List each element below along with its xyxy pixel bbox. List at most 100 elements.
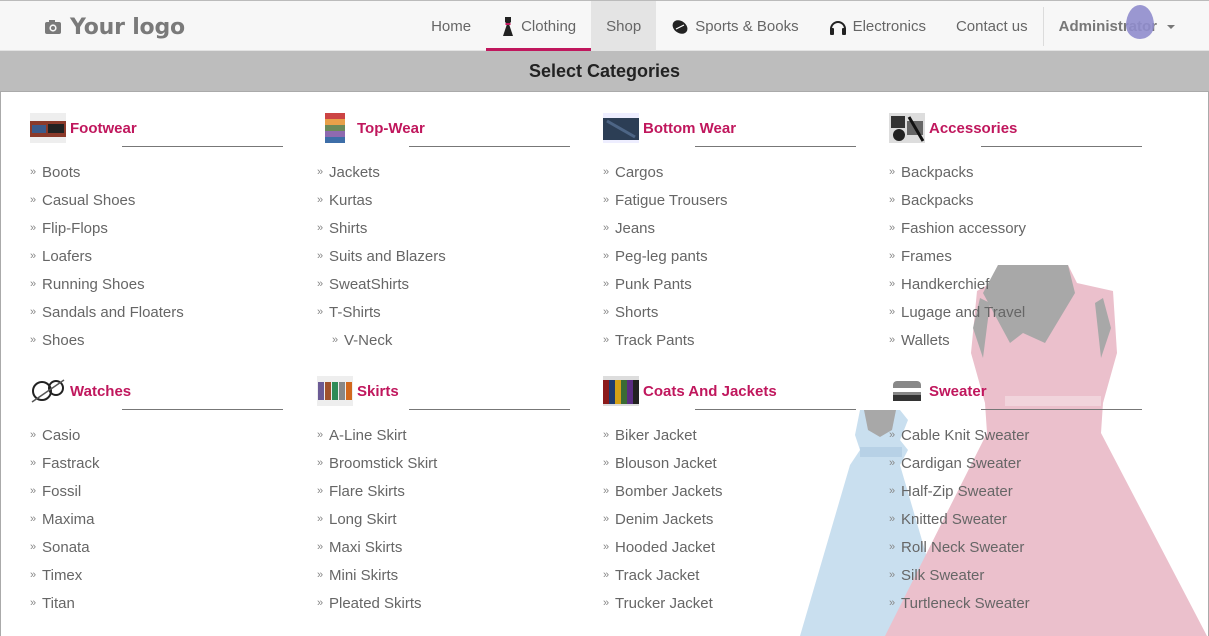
category-link[interactable]: » Punk Pants xyxy=(603,270,856,298)
category-link[interactable]: » Hooded Jacket xyxy=(603,533,856,561)
category-title[interactable]: Top-Wear xyxy=(317,113,570,143)
double-chevron-right-icon: » xyxy=(30,222,37,234)
category-link-label: Trucker Jacket xyxy=(615,594,713,612)
category-name[interactable]: Top-Wear xyxy=(357,120,425,137)
category-link[interactable]: » Handkerchief xyxy=(889,270,1142,298)
category-link[interactable]: » Frames xyxy=(889,242,1142,270)
category-name[interactable]: Accessories xyxy=(929,120,1017,137)
category-link[interactable]: » Knitted Sweater xyxy=(889,505,1142,533)
nav-home-label: Home xyxy=(431,18,472,35)
top-navbar: Your logo Home Clothing Shop Sports & Bo… xyxy=(0,0,1209,52)
category-title[interactable]: Accessories xyxy=(889,113,1142,143)
category-link[interactable]: » Flip-Flops xyxy=(30,214,283,242)
double-chevron-right-icon: » xyxy=(889,222,896,234)
category-link[interactable]: » Shoes xyxy=(30,326,283,354)
category-link-label: Fossil xyxy=(42,482,82,500)
headphones-icon xyxy=(829,20,846,35)
category-link-label: Fastrack xyxy=(42,454,100,472)
nav-clothing[interactable]: Clothing xyxy=(486,1,592,52)
category-name[interactable]: Skirts xyxy=(357,383,399,400)
camera-icon xyxy=(45,20,61,34)
category-link[interactable]: » Loafers xyxy=(30,242,283,270)
category-name[interactable]: Watches xyxy=(70,383,131,400)
category-link[interactable]: » Maxi Skirts xyxy=(317,533,570,561)
category-link[interactable]: » Long Skirt xyxy=(317,505,570,533)
nav-contact[interactable]: Contact us xyxy=(941,1,1043,52)
category-title[interactable]: Coats And Jackets xyxy=(603,376,856,406)
category-link[interactable]: » Half-Zip Sweater xyxy=(889,477,1142,505)
category-link[interactable]: » Track Pants xyxy=(603,326,856,354)
category-name[interactable]: Footwear xyxy=(70,120,137,137)
category-name[interactable]: Sweater xyxy=(929,383,987,400)
category-link[interactable]: » Pleated Skirts xyxy=(317,589,570,617)
category-link[interactable]: » Mini Skirts xyxy=(317,561,570,589)
category-link[interactable]: » Turtleneck Sweater xyxy=(889,589,1142,617)
nav-shop[interactable]: Shop xyxy=(591,1,657,52)
nav-electronics[interactable]: Electronics xyxy=(814,1,941,52)
category-link[interactable]: » Cardigan Sweater xyxy=(889,449,1142,477)
category-link[interactable]: » Fastrack xyxy=(30,449,283,477)
double-chevron-right-icon: » xyxy=(317,250,324,262)
nav-contact-label: Contact us xyxy=(955,18,1028,35)
category-link[interactable]: » Bomber Jackets xyxy=(603,477,856,505)
category-link[interactable]: » Fashion accessory xyxy=(889,214,1142,242)
category-link[interactable]: » Denim Jackets xyxy=(603,505,856,533)
category-link[interactable]: » A-Line Skirt xyxy=(317,421,570,449)
double-chevron-right-icon: » xyxy=(603,597,610,609)
category-link[interactable]: » Biker Jacket xyxy=(603,421,856,449)
category-link[interactable]: » Titan xyxy=(30,589,283,617)
category-link[interactable]: » Shirts xyxy=(317,214,570,242)
category-link[interactable]: » Maxima xyxy=(30,505,283,533)
nav-home[interactable]: Home xyxy=(416,1,486,52)
double-chevron-right-icon: » xyxy=(603,194,610,206)
category-link[interactable]: » Roll Neck Sweater xyxy=(889,533,1142,561)
category-link[interactable]: » Casio xyxy=(30,421,283,449)
category-link[interactable]: » Kurtas xyxy=(317,186,570,214)
category-title[interactable]: Skirts xyxy=(317,376,570,406)
category-link[interactable]: » Trucker Jacket xyxy=(603,589,856,617)
category-link[interactable]: » Fatigue Trousers xyxy=(603,186,856,214)
double-chevron-right-icon: » xyxy=(317,166,324,178)
category-link[interactable]: » Shorts xyxy=(603,298,856,326)
category-link[interactable]: » Backpacks xyxy=(889,158,1142,186)
category-link[interactable]: » Running Shoes xyxy=(30,270,283,298)
category-link[interactable]: » Backpacks xyxy=(889,186,1142,214)
category-link[interactable]: » Silk Sweater xyxy=(889,561,1142,589)
category-link[interactable]: » Boots xyxy=(30,158,283,186)
category-link[interactable]: » Track Jacket xyxy=(603,561,856,589)
category-link[interactable]: » Blouson Jacket xyxy=(603,449,856,477)
category-link[interactable]: » Wallets xyxy=(889,326,1142,354)
category-link-label: Jeans xyxy=(615,219,656,237)
category-name[interactable]: Coats And Jackets xyxy=(643,383,777,400)
category-link-label: Fashion accessory xyxy=(901,219,1027,237)
category-link[interactable]: » SweatShirts xyxy=(317,270,570,298)
category-name[interactable]: Bottom Wear xyxy=(643,120,736,137)
category-link[interactable]: » Cable Knit Sweater xyxy=(889,421,1142,449)
category-link[interactable]: » Suits and Blazers xyxy=(317,242,570,270)
category-column-accessories: Accessories » Backpacks » Backpacks » Fashion … xyxy=(889,113,1142,354)
nav-sports-books[interactable]: Sports & Books xyxy=(656,1,813,52)
category-title[interactable]: Bottom Wear xyxy=(603,113,856,143)
category-link[interactable]: » Fossil xyxy=(30,477,283,505)
category-link[interactable]: » Sonata xyxy=(30,533,283,561)
category-title[interactable]: Sweater xyxy=(889,376,1142,406)
category-link[interactable]: » Sandals and Floaters xyxy=(30,298,283,326)
category-link[interactable]: » Jackets xyxy=(317,158,570,186)
category-link[interactable]: » T-Shirts xyxy=(317,298,570,326)
category-link[interactable]: » Jeans xyxy=(603,214,856,242)
category-link[interactable]: » Flare Skirts xyxy=(317,477,570,505)
category-title[interactable]: Footwear xyxy=(30,113,283,143)
category-link[interactable]: » Lugage and Travel xyxy=(889,298,1142,326)
category-link[interactable]: » Peg-leg pants xyxy=(603,242,856,270)
category-title[interactable]: Watches xyxy=(30,376,283,406)
category-link[interactable]: » Casual Shoes xyxy=(30,186,283,214)
category-underline xyxy=(695,146,856,147)
subcategory-link[interactable]: » V-Neck xyxy=(317,326,570,354)
category-link[interactable]: » Cargos xyxy=(603,158,856,186)
site-logo[interactable]: Your logo xyxy=(44,13,185,41)
category-link-label: Broomstick Skirt xyxy=(329,454,438,472)
category-link-label: Backpacks xyxy=(901,163,974,181)
category-link-label: Jackets xyxy=(329,163,380,181)
category-link[interactable]: » Timex xyxy=(30,561,283,589)
category-link[interactable]: » Broomstick Skirt xyxy=(317,449,570,477)
